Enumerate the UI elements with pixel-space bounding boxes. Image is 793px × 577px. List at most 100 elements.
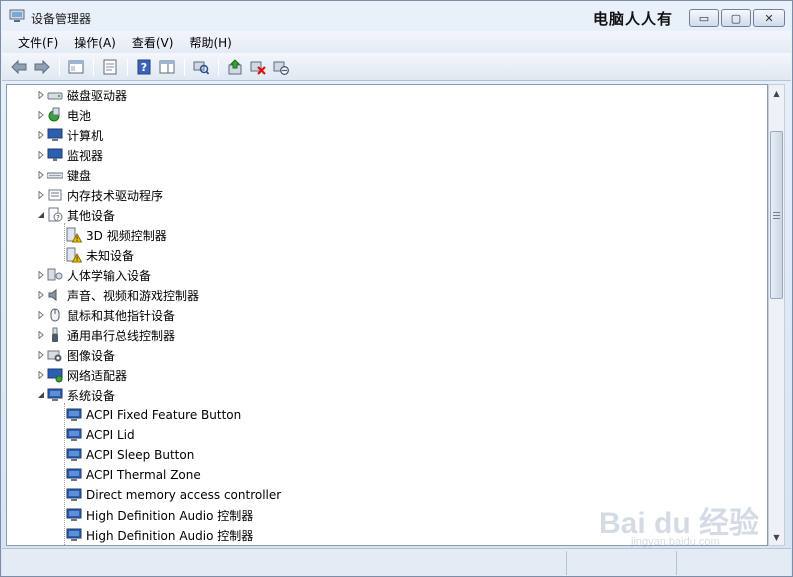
- tree-item-label: ACPI Sleep Button: [86, 448, 195, 462]
- usb-icon: [47, 327, 63, 343]
- up-level-button[interactable]: [65, 56, 87, 78]
- expand-arrow-icon[interactable]: [37, 371, 45, 379]
- tree-item-label: 系统设备: [67, 388, 116, 403]
- tree-category-row[interactable]: 计算机: [38, 125, 104, 145]
- tree-device-row[interactable]: ACPI Lid: [66, 425, 135, 445]
- expand-arrow-icon[interactable]: [37, 111, 45, 119]
- scrollbar-thumb[interactable]: [770, 131, 783, 299]
- menu-action[interactable]: 操作(A): [66, 32, 124, 53]
- properties-button[interactable]: [99, 56, 121, 78]
- tree-connector-line: [64, 223, 65, 261]
- status-bar: [2, 548, 791, 576]
- expand-arrow-icon[interactable]: [37, 351, 45, 359]
- system-device-icon: [66, 507, 82, 523]
- device-tree[interactable]: 磁盘驱动器电池计算机监视器键盘内存技术驱动程序 ? 其他设备 3D 视频控制器 未知设备…: [6, 84, 768, 546]
- expand-arrow-icon[interactable]: [37, 191, 45, 199]
- vertical-scrollbar[interactable]: ▲ ▼: [768, 84, 785, 546]
- tree-device-row[interactable]: Direct memory access controller: [66, 485, 281, 505]
- system-device-icon: [66, 467, 82, 483]
- menu-file[interactable]: 文件(F): [10, 32, 66, 53]
- close-icon: ✕: [764, 11, 774, 25]
- system-device-icon: [66, 407, 82, 423]
- tree-item-label: 键盘: [67, 168, 92, 183]
- menu-view[interactable]: 查看(V): [124, 32, 182, 53]
- device-manager-app-icon: [9, 9, 25, 23]
- menu-help[interactable]: 帮助(H): [181, 32, 239, 53]
- scroll-down-arrow[interactable]: ▼: [769, 529, 784, 545]
- status-cell-secondary: [567, 551, 677, 575]
- expand-arrow-icon[interactable]: [37, 291, 45, 299]
- tree-category-row[interactable]: 网络适配器: [38, 365, 127, 385]
- tree-category-row[interactable]: 通用串行总线控制器: [38, 325, 176, 345]
- tree-category-row[interactable]: 图像设备: [38, 345, 115, 365]
- svg-text:?: ?: [141, 61, 147, 74]
- tree-category-row[interactable]: 电池: [38, 105, 92, 125]
- scan-hardware-icon: [193, 61, 209, 75]
- tree-item-label: 磁盘驱动器: [67, 88, 128, 103]
- back-button[interactable]: [8, 56, 30, 78]
- tree-category-row[interactable]: 人体学输入设备: [38, 265, 151, 285]
- tree-device-row[interactable]: 3D 视频控制器: [66, 225, 167, 245]
- grip-icon: [773, 211, 780, 219]
- tree-device-row[interactable]: ACPI Sleep Button: [66, 445, 194, 465]
- expand-arrow-icon[interactable]: [37, 131, 45, 139]
- tree-device-row[interactable]: High Definition Audio 控制器: [66, 525, 253, 545]
- expand-arrow-icon[interactable]: [37, 311, 45, 319]
- tree-item-label: 电池: [67, 108, 92, 123]
- update-driver-button[interactable]: [224, 56, 246, 78]
- help-button[interactable]: ?: [133, 56, 155, 78]
- tree-category-row[interactable]: 内存技术驱动程序: [38, 185, 164, 205]
- tree-category-row[interactable]: ? 其他设备: [38, 205, 116, 225]
- properties-icon: [103, 59, 117, 74]
- show-hide-tree-button[interactable]: [156, 56, 178, 78]
- forward-button[interactable]: [31, 56, 53, 78]
- uninstall-button[interactable]: [247, 56, 269, 78]
- show-hide-tree-icon: [159, 60, 175, 73]
- battery-icon: [47, 107, 63, 123]
- tree-category-row[interactable]: 磁盘驱动器: [38, 85, 128, 105]
- collapse-arrow-icon[interactable]: [37, 211, 45, 219]
- expand-arrow-icon[interactable]: [37, 91, 45, 99]
- tree-category-row[interactable]: 监视器: [38, 145, 104, 165]
- minimize-button[interactable]: ▭: [689, 9, 719, 27]
- system-device-icon: [66, 427, 82, 443]
- window-title: 设备管理器: [31, 12, 92, 26]
- device-manager-window: 设备管理器 电脑人人有 ▭ ▢ ✕ 文件(F) 操作(A) 查看(V) 帮助(H…: [0, 0, 793, 577]
- system-device-icon: [66, 447, 82, 463]
- tree-device-row[interactable]: ACPI Fixed Feature Button: [66, 405, 241, 425]
- disable-button[interactable]: [270, 56, 292, 78]
- forward-icon: [34, 59, 50, 74]
- scroll-up-arrow[interactable]: ▲: [769, 85, 784, 101]
- tree-device-row[interactable]: ACPI Thermal Zone: [66, 465, 201, 485]
- tree-category-row[interactable]: 系统设备: [38, 385, 116, 405]
- expand-arrow-icon[interactable]: [37, 171, 45, 179]
- tree-device-row[interactable]: High Definition Audio 控制器: [66, 505, 253, 525]
- tree-item-label: 监视器: [67, 148, 104, 163]
- tree-item-label: 计算机: [67, 128, 104, 143]
- toolbar-separator: [93, 57, 94, 76]
- overlay-title-text: 电脑人人有: [593, 10, 674, 28]
- tree-category-row[interactable]: 声音、视频和游戏控制器: [38, 285, 199, 305]
- back-icon: [11, 59, 27, 74]
- close-button[interactable]: ✕: [753, 9, 785, 27]
- collapse-arrow-icon[interactable]: [37, 391, 45, 399]
- tree-category-row[interactable]: 鼠标和其他指针设备: [38, 305, 175, 325]
- tree-category-row[interactable]: 键盘: [38, 165, 92, 185]
- scan-hardware-button[interactable]: [190, 56, 212, 78]
- tree-item-label: 内存技术驱动程序: [67, 188, 164, 203]
- expand-arrow-icon[interactable]: [37, 271, 45, 279]
- toolbar-separator: [184, 57, 185, 76]
- uninstall-icon: [250, 61, 266, 75]
- expand-arrow-icon[interactable]: [37, 151, 45, 159]
- status-cell-main: [2, 551, 567, 575]
- maximize-button[interactable]: ▢: [721, 9, 751, 27]
- tree-item-label: ACPI Lid: [86, 428, 135, 442]
- tree-item-label: 其他设备: [67, 208, 116, 223]
- title-bar[interactable]: 设备管理器 电脑人人有 ▭ ▢ ✕: [1, 1, 792, 31]
- memory-tech-icon: [47, 187, 63, 203]
- warning-device-icon: [66, 247, 82, 263]
- tree-device-row[interactable]: 未知设备: [66, 245, 134, 265]
- tree-item-label: 通用串行总线控制器: [67, 328, 176, 343]
- minimize-icon: ▭: [698, 11, 710, 25]
- expand-arrow-icon[interactable]: [37, 331, 45, 339]
